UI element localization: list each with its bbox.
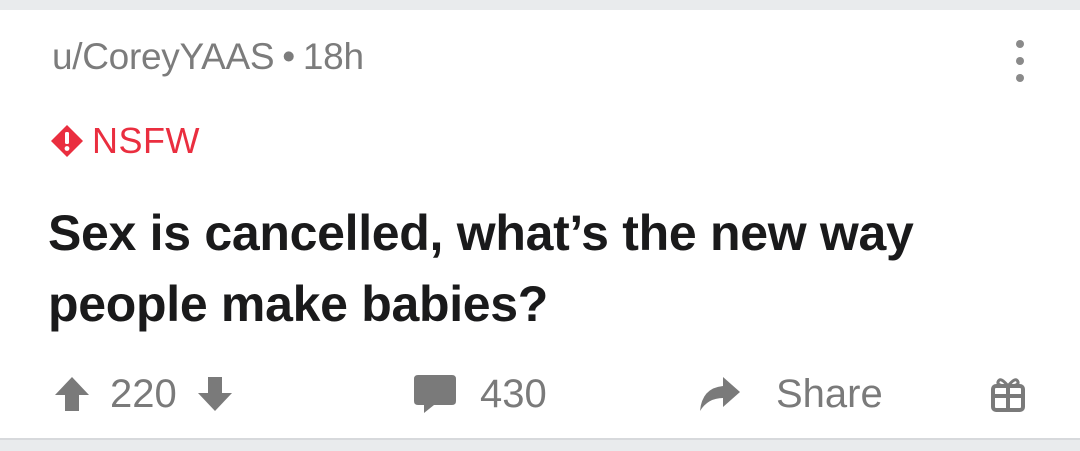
more-dot: [1016, 40, 1024, 48]
comment-count: 430: [480, 371, 547, 416]
vote-control: 220: [52, 362, 235, 426]
post-meta: u/CoreyYAAS • 18h: [52, 36, 364, 78]
comment-icon: [412, 373, 458, 415]
vote-count: 220: [110, 371, 177, 416]
post-action-bar: 220 430 Share: [0, 362, 1080, 426]
upvote-icon[interactable]: [52, 374, 92, 414]
more-dot: [1016, 57, 1024, 65]
downvote-icon[interactable]: [195, 374, 235, 414]
comments-button[interactable]: 430: [412, 362, 547, 426]
nsfw-warning-icon: [51, 125, 83, 157]
nsfw-label: NSFW: [92, 120, 200, 161]
post-age: 18h: [302, 36, 364, 77]
award-button[interactable]: [988, 362, 1028, 426]
author-link[interactable]: u/CoreyYAAS: [52, 36, 275, 77]
more-dot: [1016, 74, 1024, 82]
award-gift-icon: [988, 374, 1028, 414]
more-options-icon[interactable]: [1004, 40, 1036, 82]
share-label: Share: [776, 371, 883, 416]
post-card[interactable]: u/CoreyYAAS • 18h NSFW Sex is cancelled, w…: [0, 10, 1080, 440]
meta-separator: •: [282, 36, 295, 77]
post-title[interactable]: Sex is cancelled, what’s the new way peo…: [48, 198, 1038, 340]
feed-gap: [0, 0, 1080, 10]
nsfw-tag: NSFW: [50, 120, 200, 162]
share-icon: [696, 374, 742, 414]
share-button[interactable]: Share: [696, 362, 883, 426]
